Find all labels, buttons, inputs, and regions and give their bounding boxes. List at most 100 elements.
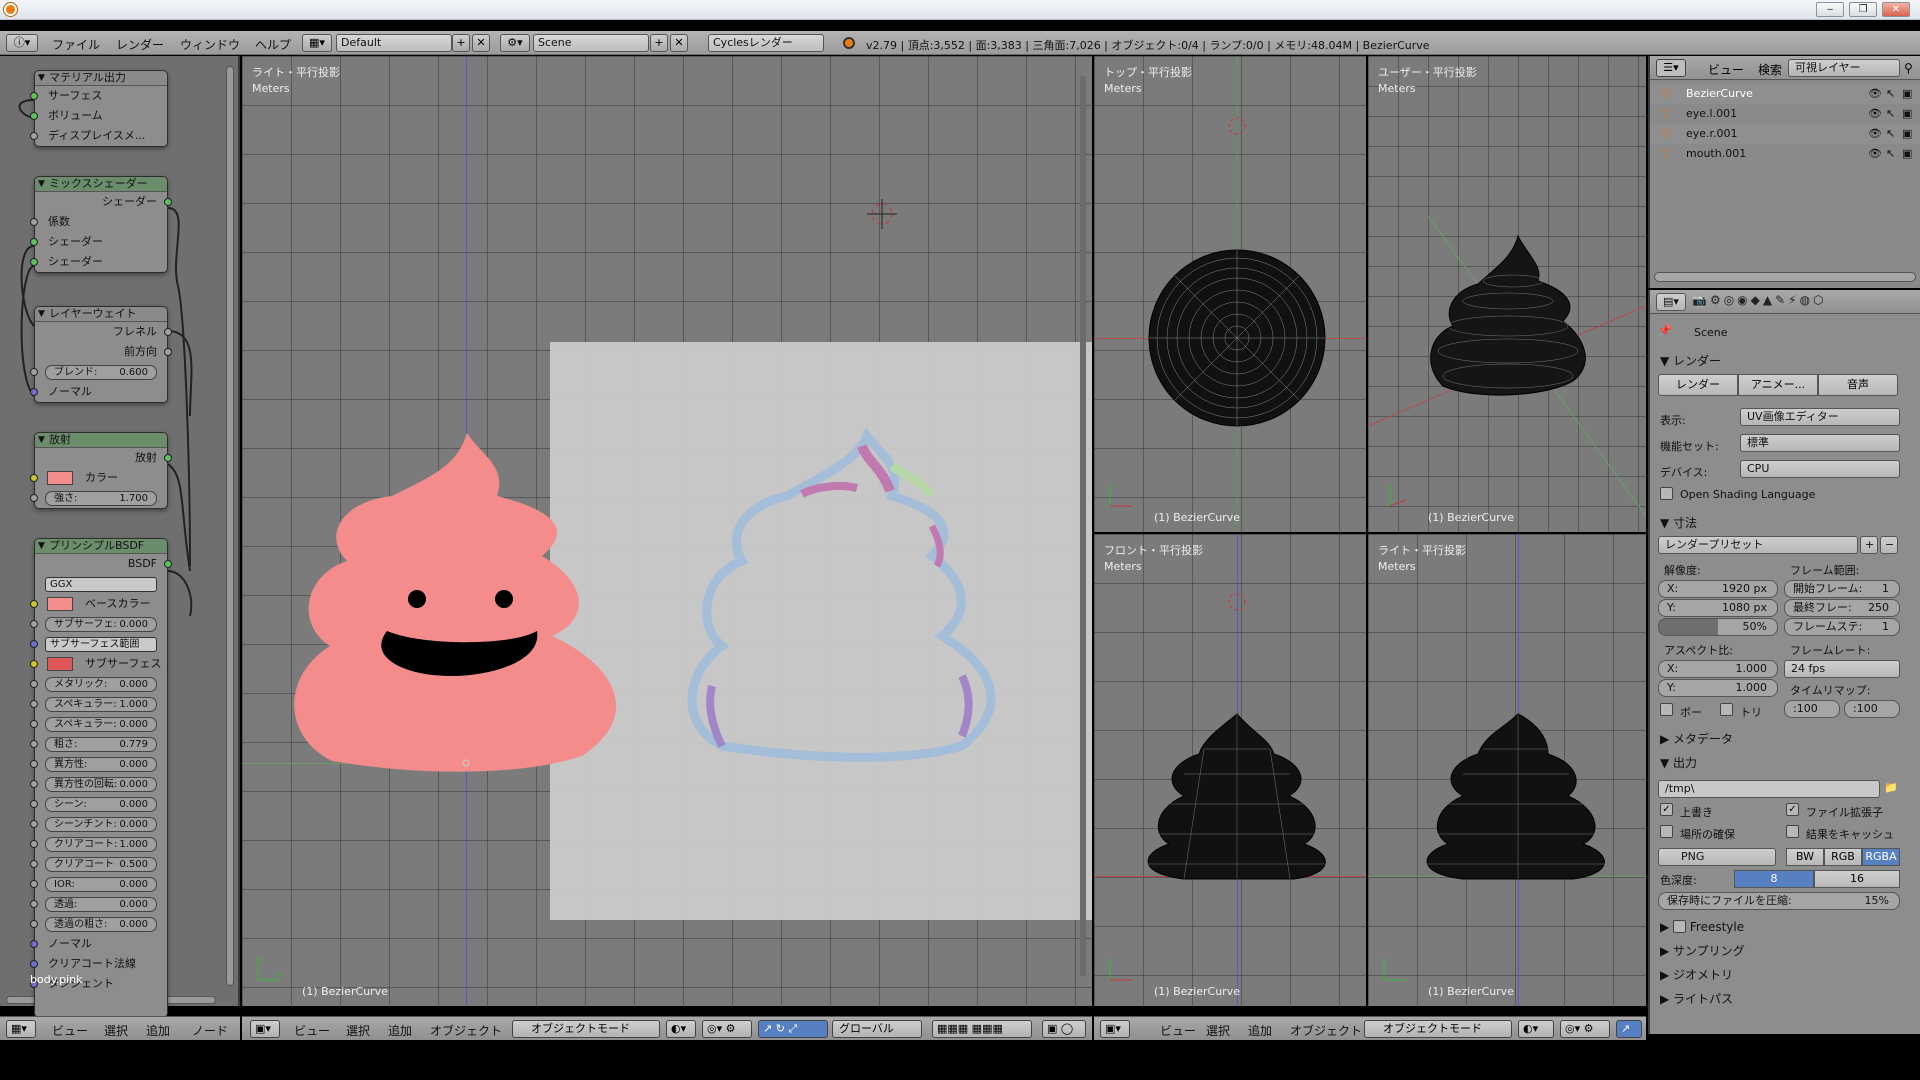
scene-add-icon[interactable]: + — [650, 34, 668, 52]
maximize-button[interactable]: ❐ — [1849, 2, 1877, 17]
subsurface-radius-dropdown[interactable]: サブサーフェス範囲 — [45, 637, 157, 652]
scene-remove-icon[interactable]: ✕ — [670, 34, 688, 52]
base-color-swatch[interactable] — [47, 597, 73, 611]
frame-start-field[interactable]: 開始フレーム: 1 — [1784, 580, 1900, 598]
visibility-icon[interactable]: 👁 — [1868, 144, 1882, 164]
menu-add[interactable]: 追加 — [146, 1022, 170, 1039]
viewport-user-ortho[interactable]: ユーザー・平行投影 Meters (1) BezierCurve — [1368, 56, 1646, 532]
bsdf-param-slider[interactable]: 異方性: 0.000 — [45, 757, 157, 772]
subsurface-color-swatch[interactable] — [47, 657, 73, 671]
blend-slider[interactable]: ブレンド: 0.600 — [45, 365, 157, 380]
material-output-node[interactable]: マテリアル出力 サーフェス ボリューム ディスプレイスメ... — [30, 70, 168, 147]
editor-type-button[interactable]: ▣▾ — [250, 1020, 280, 1038]
freestyle-checkbox[interactable] — [1673, 920, 1687, 933]
render-tab-button[interactable]: レンダー — [1658, 374, 1738, 396]
render-section-header[interactable]: ▼ レンダー — [1660, 352, 1721, 369]
shading-button[interactable]: ◐▾ — [666, 1020, 696, 1038]
emission-node[interactable]: 放射 放射 カラー 強さ:1.700 — [30, 432, 172, 509]
freestyle-section-header[interactable]: ▶ Freestyle — [1660, 918, 1744, 934]
outliner-scrollbar[interactable] — [1654, 272, 1916, 282]
resolution-x-field[interactable]: X: 1920 px — [1658, 580, 1778, 598]
bsdf-param-slider[interactable]: 異方性の回転: 0.000 — [45, 777, 157, 792]
select-icon[interactable]: ↖ — [1886, 124, 1895, 144]
viewport-front-ortho[interactable]: フロント・平行投影 Meters (1) BezierCurve — [1094, 534, 1366, 1006]
menu-add[interactable]: 追加 — [1248, 1022, 1272, 1039]
lightpaths-section-header[interactable]: ▶ ライトパス — [1660, 990, 1733, 1007]
render-icon[interactable]: ▣ — [1902, 84, 1912, 104]
bsdf-param-slider[interactable]: クリアコート: 1.000 — [45, 837, 157, 852]
bsdf-param-slider[interactable]: スペキュラー: 0.000 — [45, 717, 157, 732]
display-select[interactable]: UV画像エディター — [1740, 408, 1900, 426]
editor-type-button[interactable]: ☰▾ — [1656, 59, 1686, 77]
manipulator-button[interactable]: ↗ — [1616, 1020, 1642, 1038]
menu-search[interactable]: 検索 — [1758, 61, 1782, 78]
osl-checkbox[interactable] — [1660, 487, 1673, 500]
menu-view[interactable]: ビュー — [294, 1022, 330, 1039]
crop-checkbox[interactable] — [1720, 703, 1733, 716]
menu-select[interactable]: 選択 — [104, 1022, 128, 1039]
mode-select[interactable]: オブジェクトモード — [512, 1020, 660, 1038]
bsdf-param-slider[interactable]: クリアコート 0.500 — [45, 857, 157, 872]
overwrite-checkbox[interactable]: ✓ — [1660, 803, 1673, 816]
visibility-icon[interactable]: 👁 — [1868, 124, 1882, 144]
frame-end-field[interactable]: 最終フレー: 250 — [1784, 599, 1900, 617]
resolution-y-field[interactable]: Y: 1080 px — [1658, 599, 1778, 617]
editor-type-button[interactable]: ▣▾ — [1100, 1020, 1130, 1038]
scene-icon[interactable]: ⚙▾ — [500, 34, 530, 52]
manipulator-button[interactable]: ↗ ↻ ⤢ — [758, 1020, 828, 1038]
close-button[interactable]: ✕ — [1882, 2, 1910, 17]
mix-shader-node[interactable]: ミックスシェーダー シェーダー 係数 シェーダー シェーダー — [30, 176, 172, 273]
menu-select[interactable]: 選択 — [1206, 1022, 1230, 1039]
node-editor[interactable]: マテリアル出力 サーフェス ボリューム ディスプレイスメ... ミックスシェーダ… — [0, 56, 240, 1018]
mode-select[interactable]: オブジェクトモード — [1364, 1020, 1512, 1038]
bsdf-param-slider[interactable]: 透過: 0.000 — [45, 897, 157, 912]
rgb-toggle[interactable]: RGB — [1824, 848, 1862, 866]
preset-add-button[interactable]: + — [1860, 536, 1878, 554]
depth-16-toggle[interactable]: 16 — [1814, 870, 1900, 888]
minimize-button[interactable]: ‒ — [1816, 2, 1844, 17]
outliner-item[interactable]: ▽ eye.l.001 👁 ↖ ▣ — [1650, 104, 1920, 124]
layer-weight-node[interactable]: レイヤーウェイト フレネル 前方向 ブレンド:0.600 ノーマル — [30, 306, 172, 403]
principled-bsdf-node[interactable]: プリンシプルBSDF BSDF GGX ベースカラー サブサーフェ:0.000 … — [30, 538, 172, 1018]
bsdf-param-slider[interactable]: スペキュラー: 1.000 — [45, 697, 157, 712]
resolution-percent-slider[interactable]: 50% — [1658, 618, 1778, 636]
strength-slider[interactable]: 強さ: 1.700 — [45, 491, 157, 506]
menu-node[interactable]: ノード — [192, 1022, 228, 1039]
display-filter-select[interactable]: 可視レイヤー — [1788, 59, 1900, 77]
select-icon[interactable]: ↖ — [1886, 104, 1895, 124]
bsdf-param-slider[interactable]: 粗さ: 0.779 — [45, 737, 157, 752]
menu-view[interactable]: ビュー — [1160, 1022, 1196, 1039]
menu-file[interactable]: ファイル — [52, 36, 100, 53]
menu-view[interactable]: ビュー — [52, 1022, 88, 1039]
editor-type-button[interactable]: ⓘ▾ — [6, 34, 38, 52]
layout-add-icon[interactable]: + — [452, 34, 470, 52]
editor-type-button[interactable]: ▤▾ — [1656, 293, 1686, 311]
menu-view[interactable]: ビュー — [1708, 61, 1744, 78]
shading-button[interactable]: ◐▾ — [1518, 1020, 1554, 1038]
sampling-section-header[interactable]: ▶ サンプリング — [1660, 942, 1745, 959]
pivot-button[interactable]: ◎▾ ⚙ — [702, 1020, 752, 1038]
distribution-dropdown[interactable]: GGX — [45, 577, 157, 592]
render-icon[interactable]: ▣ — [1902, 104, 1912, 124]
render-preview-button[interactable]: ▣ ◯ — [1042, 1020, 1086, 1038]
placeholders-checkbox[interactable] — [1660, 825, 1673, 838]
viewport-right-ortho-2[interactable]: ライト・平行投影 Meters (1) BezierCurve — [1368, 534, 1646, 1006]
outliner-item[interactable]: ▽ mouth.001 👁 ↖ ▣ — [1650, 144, 1920, 164]
subsurface-slider[interactable]: サブサーフェ: 0.000 — [45, 617, 157, 632]
menu-object[interactable]: オブジェクト — [430, 1022, 502, 1039]
render-icon[interactable]: ▣ — [1902, 144, 1912, 164]
remap-new-field[interactable]: :100 — [1844, 700, 1900, 718]
frame-step-field[interactable]: フレームステ: 1 — [1784, 618, 1900, 636]
render-engine-select[interactable]: Cyclesレンダー — [708, 34, 824, 52]
menu-select[interactable]: 選択 — [346, 1022, 370, 1039]
dimensions-section-header[interactable]: ▼ 寸法 — [1660, 514, 1697, 531]
render-preset-select[interactable]: レンダープリセット — [1658, 536, 1858, 554]
bsdf-param-slider[interactable]: IOR: 0.000 — [45, 877, 157, 892]
geometry-section-header[interactable]: ▶ ジオメトリ — [1660, 966, 1733, 983]
featureset-select[interactable]: 標準 — [1740, 434, 1900, 452]
layout-icon[interactable]: ▦▾ — [302, 34, 332, 52]
bsdf-param-slider[interactable]: シーンチント: 0.000 — [45, 817, 157, 832]
animation-tab-button[interactable]: アニメー... — [1738, 374, 1818, 396]
rgba-toggle[interactable]: RGBA — [1862, 848, 1900, 866]
bsdf-param-slider[interactable]: メタリック: 0.000 — [45, 677, 157, 692]
